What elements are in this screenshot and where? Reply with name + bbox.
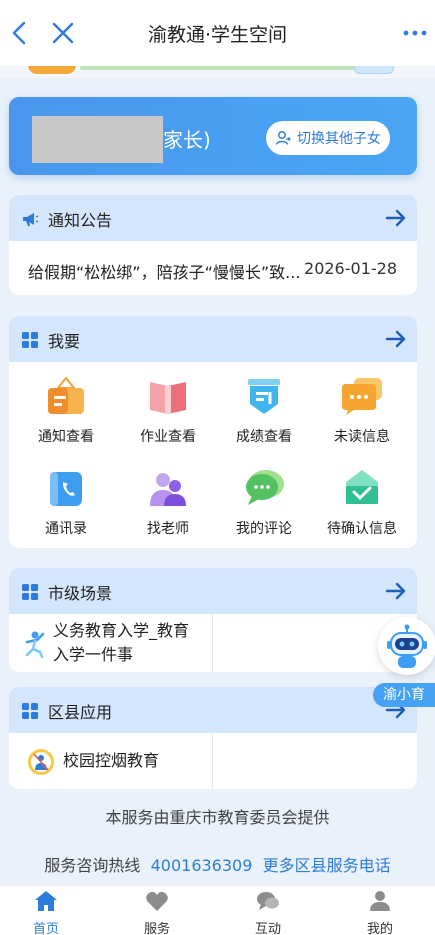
grid-item-label: 我的评论	[236, 521, 292, 537]
service-smoke-control-label: 校园控烟教育	[63, 751, 160, 770]
robot-icon	[387, 624, 427, 668]
megaphone-icon	[23, 213, 39, 226]
hotline-row: 服务咨询热线 4001636309 更多区县服务电话	[0, 852, 435, 876]
assistant-bot-label[interactable]: 渝小育	[373, 683, 435, 707]
parent-card: 家长) 切换其他子女	[9, 97, 417, 175]
tab-label: 我的	[366, 922, 393, 935]
grid-item-notice-view[interactable]: 通知查看	[15, 376, 117, 446]
district-apps-title: 区县应用	[48, 703, 113, 722]
banner-strip	[0, 66, 435, 78]
grid-item-label: 通讯录	[45, 521, 87, 537]
service-smoke-control[interactable]: 校园控烟教育	[9, 733, 213, 789]
city-scene-card: 市级场景 义务教育入学_教育 入学一件事	[9, 568, 417, 672]
notice-view-icon	[48, 376, 84, 414]
home-icon	[35, 891, 57, 911]
grid-item-unread[interactable]: 未读信息	[311, 376, 413, 446]
contacts-icon	[50, 472, 82, 506]
arrow-right-icon[interactable]	[385, 580, 407, 602]
my-comments-icon	[246, 470, 284, 505]
more-district-phones-link[interactable]: 更多区县服务电话	[263, 856, 391, 875]
grid-item-label: 通知查看	[38, 429, 94, 445]
service-label-line: 义务教育入学_教育	[53, 621, 190, 640]
banner-decoration	[80, 66, 360, 70]
tab-services[interactable]: 服务	[103, 890, 211, 935]
chat-icon	[257, 892, 279, 910]
arrow-right-icon[interactable]	[385, 328, 407, 350]
grid-item-find-teacher[interactable]: 找老师	[117, 468, 219, 538]
pending-info-icon	[346, 470, 378, 504]
service-enrollment[interactable]: 义务教育入学_教育 入学一件事	[9, 614, 213, 672]
grid-item-pending-info[interactable]: 待确认信息	[311, 468, 413, 538]
hotline-number-link[interactable]: 4001636309	[151, 856, 253, 875]
city-scene-header[interactable]: 市级场景	[9, 568, 417, 614]
hotline-label: 服务咨询热线	[44, 856, 141, 875]
grid-item-my-comments[interactable]: 我的评论	[213, 468, 315, 538]
tab-home[interactable]: 首页	[0, 890, 100, 935]
smoke-control-icon	[28, 749, 54, 775]
tab-label: 互动	[254, 922, 281, 935]
notice-card: 通知公告 给假期“松松绑”，陪孩子“慢慢长”致... 2026-01-28	[9, 195, 417, 295]
grid-icon	[22, 332, 38, 348]
bottom-tab-bar: 首页 服务 互动 我的	[0, 885, 435, 935]
grid-item-label: 找老师	[147, 521, 189, 537]
heart-icon	[146, 891, 168, 911]
notice-header[interactable]: 通知公告	[9, 195, 417, 241]
grid-item-label: 作业查看	[140, 429, 196, 445]
banner-decoration	[28, 66, 76, 74]
grid-icon	[22, 703, 38, 719]
page-title: 渝教通·学生空间	[147, 24, 288, 46]
district-apps-card: 区县应用 校园控烟教育	[9, 687, 417, 789]
iwant-title: 我要	[48, 332, 81, 351]
find-teacher-icon	[150, 473, 186, 506]
switch-child-button[interactable]: 切换其他子女	[266, 121, 390, 155]
more-icon[interactable]	[401, 22, 429, 44]
grid-item-label: 未读信息	[334, 429, 390, 445]
service-enrollment-label: 义务教育入学_教育 入学一件事	[53, 619, 203, 667]
grid-item-homework[interactable]: 作业查看	[117, 376, 219, 446]
tab-interact[interactable]: 互动	[214, 890, 322, 935]
homework-icon	[150, 382, 186, 414]
tab-label: 服务	[143, 922, 170, 935]
user-icon	[370, 891, 390, 911]
district-apps-header[interactable]: 区县应用	[9, 687, 417, 733]
grid-item-label: 待确认信息	[327, 521, 397, 537]
iwant-card: 我要 通知查看 作业查看 成绩查看 未读信息 通讯录 找老师 我的评论 待确认信…	[9, 316, 417, 548]
top-nav-bar: 渝教通·学生空间	[0, 0, 435, 66]
grid-item-grades[interactable]: 成绩查看	[213, 376, 315, 446]
grid-item-label: 成绩查看	[236, 429, 292, 445]
service-label-line: 入学一件事	[53, 645, 134, 664]
redacted-name-block	[32, 116, 163, 163]
iwant-header[interactable]: 我要	[9, 316, 417, 362]
switch-user-icon	[275, 131, 291, 145]
switch-child-label: 切换其他子女	[297, 131, 381, 147]
grades-icon	[248, 379, 280, 414]
notice-item-date: 2026-01-28	[304, 259, 397, 278]
city-scene-title: 市级场景	[48, 584, 113, 603]
grid-icon	[22, 584, 38, 600]
parent-name-suffix: 家长)	[163, 128, 211, 152]
tab-label: 首页	[32, 922, 59, 935]
provider-note: 本服务由重庆市教育委员会提供	[105, 808, 330, 827]
notice-title: 通知公告	[48, 211, 113, 230]
assistant-bot-button[interactable]	[378, 617, 435, 675]
notice-item-title[interactable]: 给假期“松松绑”，陪孩子“慢慢长”致...	[28, 259, 300, 283]
grid-item-contacts[interactable]: 通讯录	[15, 468, 117, 538]
tab-mine[interactable]: 我的	[326, 890, 434, 935]
unread-message-icon	[342, 378, 382, 415]
banner-decoration	[354, 66, 394, 74]
enrollment-icon	[25, 631, 45, 658]
arrow-right-icon[interactable]	[385, 207, 407, 229]
